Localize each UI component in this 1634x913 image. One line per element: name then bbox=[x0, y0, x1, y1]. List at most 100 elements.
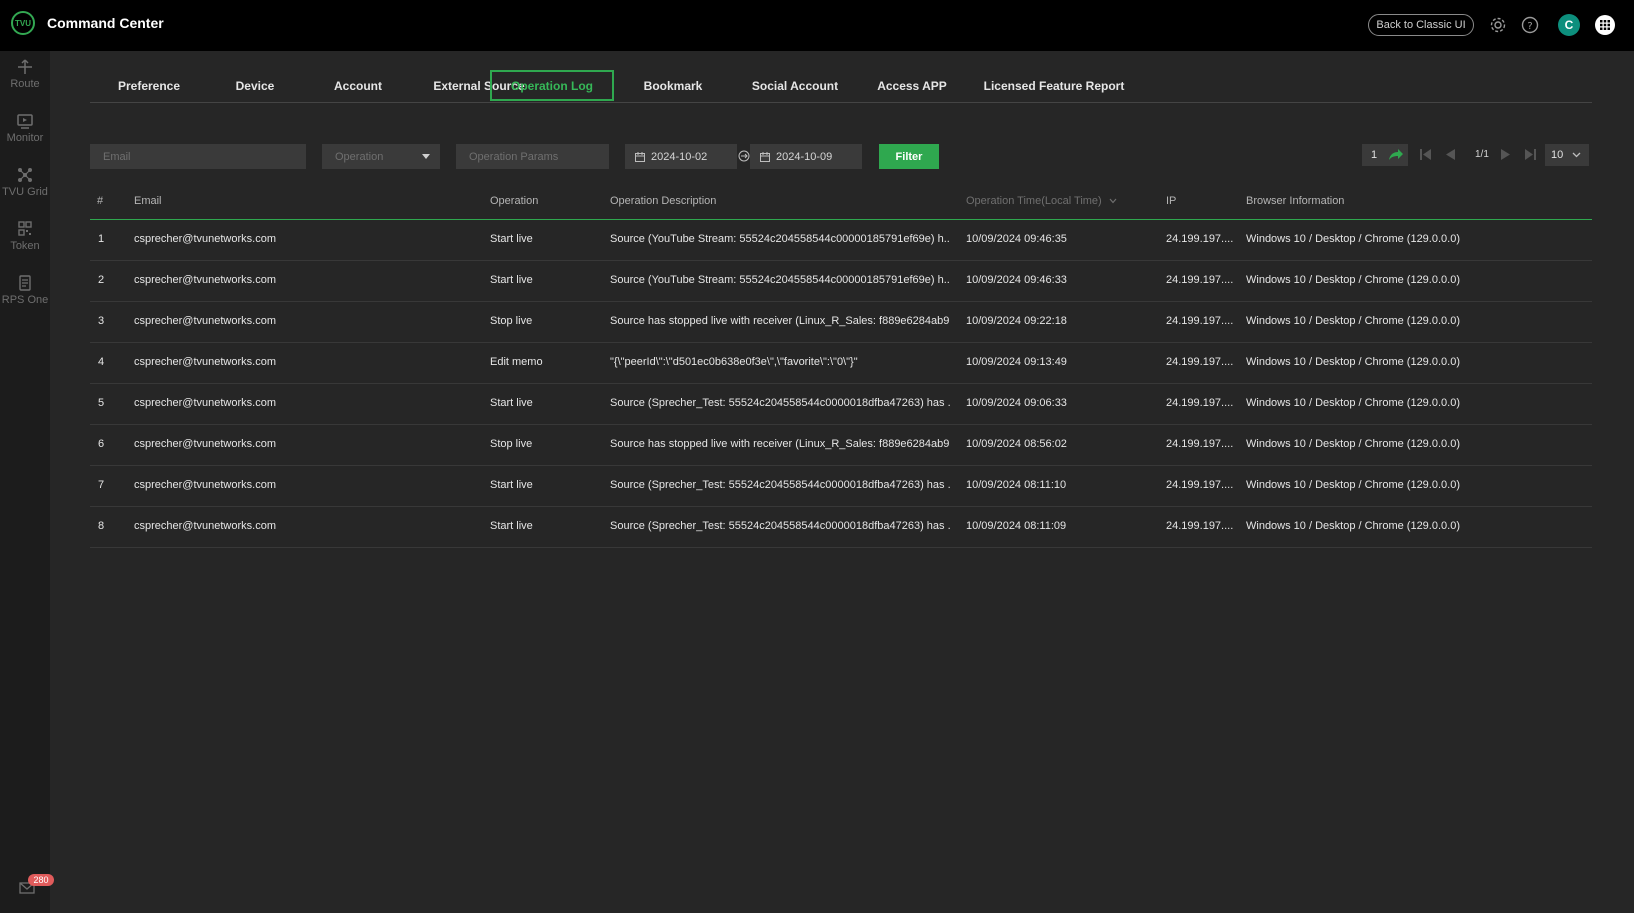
cell-ip: 24.199.197.... bbox=[1166, 315, 1234, 327]
cell-operation: Stop live bbox=[490, 438, 533, 450]
tab-licensed-feature-report[interactable]: Licensed Feature Report bbox=[966, 70, 1142, 101]
email-filter-input[interactable] bbox=[90, 144, 306, 169]
page-info: 1/1 bbox=[1475, 149, 1489, 160]
app-title: Command Center bbox=[47, 15, 164, 31]
route-icon bbox=[18, 59, 32, 74]
cell-time: 10/09/2024 09:22:18 bbox=[966, 315, 1067, 327]
monitor-icon bbox=[17, 114, 33, 129]
cell-ip: 24.199.197.... bbox=[1166, 438, 1234, 450]
cell-operation: Start live bbox=[490, 274, 533, 286]
sidebar-item-route[interactable]: Route bbox=[0, 59, 50, 107]
sidebar-item-token[interactable]: Token bbox=[0, 221, 50, 269]
cell-ip: 24.199.197.... bbox=[1166, 397, 1234, 409]
sidebar-item-tvu-grid[interactable]: TVU Grid bbox=[0, 167, 50, 215]
tab-bookmark[interactable]: Bookmark bbox=[618, 70, 728, 101]
cell-browser: Windows 10 / Desktop / Chrome (129.0.0.0… bbox=[1246, 397, 1460, 409]
cell-description: Source (Sprecher_Test: 55524c204558544c0… bbox=[610, 479, 950, 491]
page-size-select[interactable]: 10 bbox=[1545, 144, 1589, 166]
calendar-icon bbox=[635, 151, 645, 162]
cell-description: Source has stopped live with receiver (L… bbox=[610, 438, 950, 450]
sidebar-item-label: TVU Grid bbox=[2, 186, 48, 198]
table-row[interactable]: 3 csprecher@tvunetworks.com Stop live So… bbox=[90, 302, 1592, 343]
filter-button[interactable]: Filter bbox=[879, 144, 939, 169]
sidebar: Route Monitor TVU Grid Token RPS One bbox=[0, 51, 50, 913]
date-from-field[interactable]: 2024-10-02 bbox=[625, 144, 737, 169]
table-row[interactable]: 7 csprecher@tvunetworks.com Start live S… bbox=[90, 466, 1592, 507]
cell-time: 10/09/2024 09:13:49 bbox=[966, 356, 1067, 368]
cell-num: 4 bbox=[98, 356, 105, 368]
tab-operation-log[interactable]: Operation Log bbox=[490, 70, 614, 101]
cell-operation: Start live bbox=[490, 479, 533, 491]
table-row[interactable]: 6 csprecher@tvunetworks.com Stop live So… bbox=[90, 425, 1592, 466]
cell-time: 10/09/2024 09:06:33 bbox=[966, 397, 1067, 409]
sidebar-item-label: Token bbox=[10, 240, 40, 252]
tab-account[interactable]: Account bbox=[306, 70, 410, 101]
apps-grid-icon[interactable] bbox=[1595, 15, 1615, 35]
back-to-classic-ui-button[interactable]: Back to Classic UI bbox=[1368, 14, 1474, 36]
cell-description: Source has stopped live with receiver (L… bbox=[610, 315, 950, 327]
cell-operation: Start live bbox=[490, 233, 533, 245]
column-header-browser: Browser Information bbox=[1246, 195, 1345, 207]
tab-device[interactable]: Device bbox=[208, 70, 302, 101]
cell-operation: Start live bbox=[490, 520, 533, 532]
table-row[interactable]: 2 csprecher@tvunetworks.com Start live S… bbox=[90, 261, 1592, 302]
tvu-logo[interactable]: TVU bbox=[11, 11, 35, 35]
top-bar: TVU Command Center Back to Classic UI ? … bbox=[0, 0, 1634, 51]
operation-params-input[interactable] bbox=[456, 144, 609, 169]
settings-gear-icon[interactable] bbox=[1489, 16, 1507, 34]
grid-network-icon bbox=[18, 168, 32, 182]
tab-preference[interactable]: Preference bbox=[94, 70, 204, 101]
cell-description: "{\"peerId\":\"d501ec0b638e0f3e\",\"favo… bbox=[610, 356, 858, 368]
last-page-icon[interactable] bbox=[1524, 148, 1537, 164]
column-header-ip: IP bbox=[1166, 195, 1177, 207]
go-to-page-icon[interactable] bbox=[1388, 148, 1404, 164]
operation-select[interactable]: Operation bbox=[322, 144, 440, 169]
column-header-description: Operation Description bbox=[610, 195, 717, 207]
sidebar-item-label: Monitor bbox=[6, 132, 44, 144]
cell-num: 3 bbox=[98, 315, 105, 327]
cell-num: 2 bbox=[98, 274, 105, 286]
cell-email: csprecher@tvunetworks.com bbox=[134, 233, 276, 245]
cell-ip: 24.199.197.... bbox=[1166, 520, 1234, 532]
cell-description: Source (Sprecher_Test: 55524c204558544c0… bbox=[610, 397, 950, 409]
first-page-icon[interactable] bbox=[1419, 148, 1432, 164]
column-header-time[interactable]: Operation Time(Local Time) bbox=[966, 195, 1117, 207]
column-header-email: Email bbox=[134, 195, 162, 207]
cell-email: csprecher@tvunetworks.com bbox=[134, 274, 276, 286]
sidebar-item-label: RPS One bbox=[1, 294, 49, 306]
next-page-icon[interactable] bbox=[1500, 148, 1512, 164]
sidebar-item-monitor[interactable]: Monitor bbox=[0, 113, 50, 161]
table-row[interactable]: 5 csprecher@tvunetworks.com Start live S… bbox=[90, 384, 1592, 425]
cell-email: csprecher@tvunetworks.com bbox=[134, 356, 276, 368]
help-icon[interactable]: ? bbox=[1521, 16, 1539, 34]
table-row[interactable]: 8 csprecher@tvunetworks.com Start live S… bbox=[90, 507, 1592, 548]
calendar-icon bbox=[760, 151, 770, 162]
table-row[interactable]: 1 csprecher@tvunetworks.com Start live S… bbox=[90, 220, 1592, 261]
column-header-operation: Operation bbox=[490, 195, 539, 207]
cell-ip: 24.199.197.... bbox=[1166, 356, 1234, 368]
cell-description: Source (Sprecher_Test: 55524c204558544c0… bbox=[610, 520, 950, 532]
page-size-value: 10 bbox=[1551, 149, 1564, 161]
tab-access-app[interactable]: Access APP bbox=[862, 70, 962, 101]
cell-num: 6 bbox=[98, 438, 105, 450]
cell-email: csprecher@tvunetworks.com bbox=[134, 438, 276, 450]
column-header-time-label: Operation Time(Local Time) bbox=[966, 195, 1102, 207]
cell-num: 7 bbox=[98, 479, 105, 491]
cell-email: csprecher@tvunetworks.com bbox=[134, 397, 276, 409]
previous-page-icon[interactable] bbox=[1444, 148, 1456, 164]
sidebar-item-rps-one[interactable]: RPS One bbox=[0, 275, 50, 323]
qr-token-icon bbox=[18, 221, 32, 236]
cell-email: csprecher@tvunetworks.com bbox=[134, 315, 276, 327]
cell-email: csprecher@tvunetworks.com bbox=[134, 479, 276, 491]
table-row[interactable]: 4 csprecher@tvunetworks.com Edit memo "{… bbox=[90, 343, 1592, 384]
cell-ip: 24.199.197.... bbox=[1166, 233, 1234, 245]
cell-num: 1 bbox=[98, 233, 105, 245]
user-avatar[interactable]: C bbox=[1558, 14, 1580, 36]
cell-browser: Windows 10 / Desktop / Chrome (129.0.0.0… bbox=[1246, 438, 1460, 450]
tab-social-account[interactable]: Social Account bbox=[732, 70, 858, 101]
cell-browser: Windows 10 / Desktop / Chrome (129.0.0.0… bbox=[1246, 315, 1460, 327]
column-header-num: # bbox=[97, 195, 104, 207]
date-from-value: 2024-10-02 bbox=[651, 150, 708, 163]
date-to-field[interactable]: 2024-10-09 bbox=[750, 144, 862, 169]
cell-time: 10/09/2024 09:46:33 bbox=[966, 274, 1067, 286]
